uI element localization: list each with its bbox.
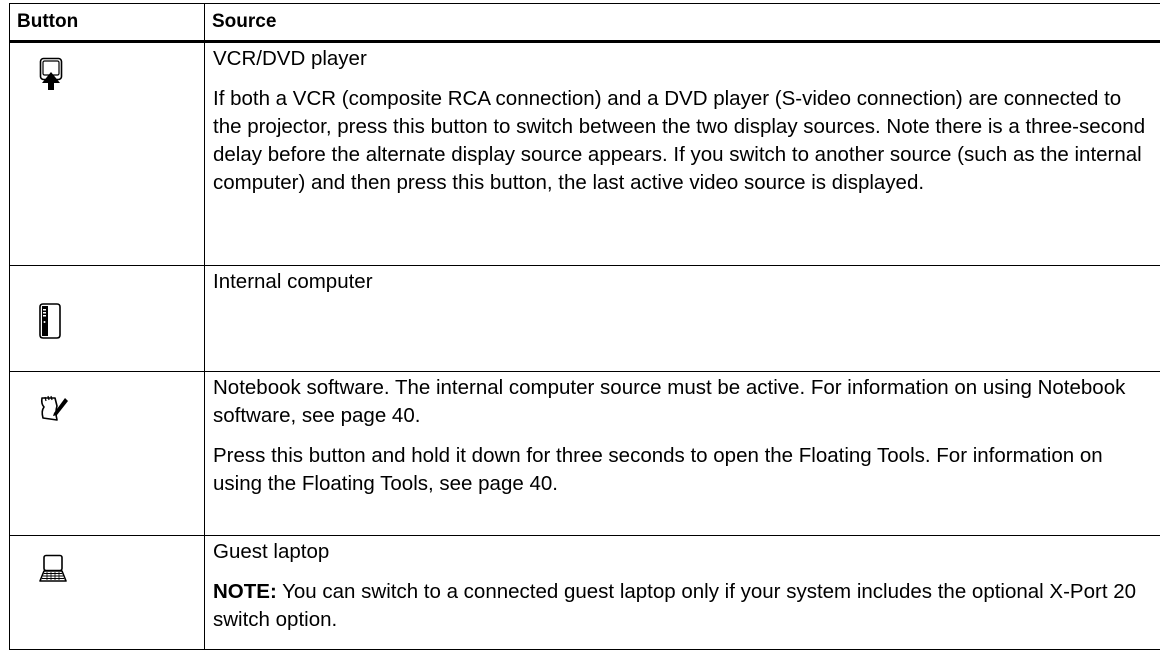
notebook-software-icon: [39, 394, 69, 427]
source-description: Press this button and hold it down for t…: [213, 444, 1103, 495]
table-row: Internal computer: [9, 265, 1160, 372]
source-description: If both a VCR (composite RCA connection)…: [213, 87, 1146, 194]
table-row: Notebook software. The internal computer…: [9, 371, 1160, 536]
guest-laptop-icon: [39, 554, 67, 589]
source-cell: Notebook software. The internal computer…: [204, 371, 1160, 536]
source-title: Internal computer: [213, 270, 373, 293]
source-title: VCR/DVD player: [213, 47, 367, 70]
source-buttons-table: Button Source VCR/DVD player If both a V…: [9, 3, 1160, 650]
table-header-row: Button Source: [9, 3, 1160, 43]
source-cell: Guest laptop NOTE: You can switch to a c…: [204, 535, 1160, 650]
note-label: NOTE:: [213, 580, 277, 603]
table-row: Guest laptop NOTE: You can switch to a c…: [9, 535, 1160, 650]
note-text: You can switch to a connected guest lapt…: [213, 580, 1137, 631]
table-row: VCR/DVD player If both a VCR (composite …: [9, 41, 1160, 266]
source-cell: VCR/DVD player If both a VCR (composite …: [204, 41, 1160, 266]
source-title: Guest laptop: [213, 540, 330, 563]
source-cell: Internal computer: [204, 265, 1160, 372]
header-button: Button: [9, 3, 205, 43]
vcr-dvd-icon: [39, 57, 63, 96]
icon-cell: [9, 41, 205, 266]
icon-cell: [9, 371, 205, 536]
internal-computer-icon: [39, 302, 61, 345]
icon-cell: [9, 535, 205, 650]
source-note: NOTE: You can switch to a connected gues…: [213, 578, 1152, 634]
header-source: Source: [204, 3, 1160, 43]
source-title: Notebook software. The internal computer…: [213, 376, 1126, 427]
icon-cell: [9, 265, 205, 372]
